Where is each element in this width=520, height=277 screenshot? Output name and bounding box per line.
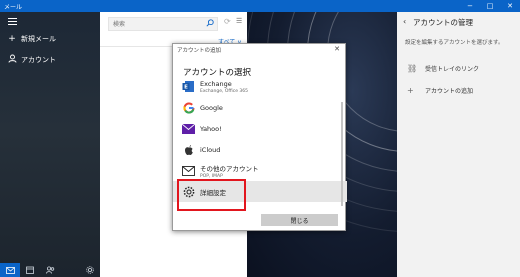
person-icon: [6, 54, 18, 66]
window-controls: − □ ✕: [460, 0, 520, 12]
bottom-app-bar: [0, 263, 100, 277]
close-icon[interactable]: ✕: [334, 45, 340, 53]
manage-accounts-pane: ‹ アカウントの管理 設定を編集するアカウントを選びます。 ⛓ 受信トレイのリン…: [397, 12, 520, 277]
account-option-yahoo[interactable]: Yahoo!: [173, 118, 347, 139]
icloud-logo: [182, 143, 195, 156]
plus-icon: +: [8, 34, 16, 44]
people-icon[interactable]: [40, 263, 60, 277]
settings-icon[interactable]: [80, 263, 100, 277]
add-account-label: アカウントの追加: [425, 88, 474, 95]
mail-icon: [182, 164, 195, 177]
new-mail-label: 新規メール: [21, 35, 56, 43]
account-name: Yahoo!: [200, 124, 222, 133]
highlight-box: [177, 179, 246, 211]
add-account-button[interactable]: + アカウントの追加: [407, 86, 473, 95]
account-option-other[interactable]: その他のアカウント POP, IMAP: [173, 160, 347, 181]
window-title: メール: [4, 4, 23, 11]
dialog-title: アカウントの追加: [177, 48, 222, 54]
pane-description: 設定を編集するアカウントを選びます。: [405, 40, 504, 46]
close-button[interactable]: 閉じる: [261, 214, 338, 226]
account-option-google[interactable]: Google: [173, 97, 347, 118]
back-icon[interactable]: ‹: [403, 17, 406, 26]
new-mail-button[interactable]: + 新規メール: [6, 34, 56, 44]
link-inboxes-button[interactable]: ⛓ 受信トレイのリンク: [407, 64, 479, 73]
title-bar: メール − □ ✕: [0, 0, 520, 12]
search-input[interactable]: [109, 18, 199, 30]
account-name: Google: [200, 103, 223, 112]
svg-text:E: E: [184, 85, 188, 91]
accounts-button[interactable]: アカウント: [6, 54, 56, 66]
close-window-icon[interactable]: ✕: [500, 0, 520, 12]
filter-icon[interactable]: ☰: [236, 17, 242, 25]
pane-title: アカウントの管理: [413, 18, 473, 27]
account-option-icloud[interactable]: iCloud: [173, 139, 347, 160]
accounts-label: アカウント: [21, 56, 56, 64]
hamburger-icon[interactable]: [8, 18, 17, 27]
maximize-icon[interactable]: □: [480, 0, 500, 12]
account-option-exchange[interactable]: E Exchange Exchange, Office 365: [173, 76, 347, 97]
account-sub: POP, IMAP: [200, 173, 223, 179]
account-sub: Exchange, Office 365: [200, 88, 249, 94]
minimize-icon[interactable]: −: [460, 0, 480, 12]
account-name: iCloud: [200, 145, 221, 154]
yahoo-logo: [182, 122, 195, 135]
link-inboxes-label: 受信トレイのリンク: [425, 66, 480, 73]
search-icon[interactable]: [206, 19, 214, 29]
plus-icon: +: [407, 86, 414, 95]
calendar-icon[interactable]: [20, 263, 40, 277]
exchange-logo: E: [182, 80, 195, 93]
scrollbar[interactable]: [341, 102, 343, 206]
left-nav-pane: + 新規メール アカウント: [0, 12, 100, 277]
link-icon: ⛓: [407, 64, 418, 73]
mail-nav-icon[interactable]: [0, 263, 20, 277]
account-name: その他のアカウント: [200, 164, 259, 173]
google-logo: [182, 101, 195, 114]
bottom-bar-spacer: [60, 263, 80, 277]
search-box[interactable]: [108, 17, 218, 31]
sync-icon[interactable]: ⟳: [224, 17, 231, 26]
account-name: Exchange: [200, 79, 232, 88]
